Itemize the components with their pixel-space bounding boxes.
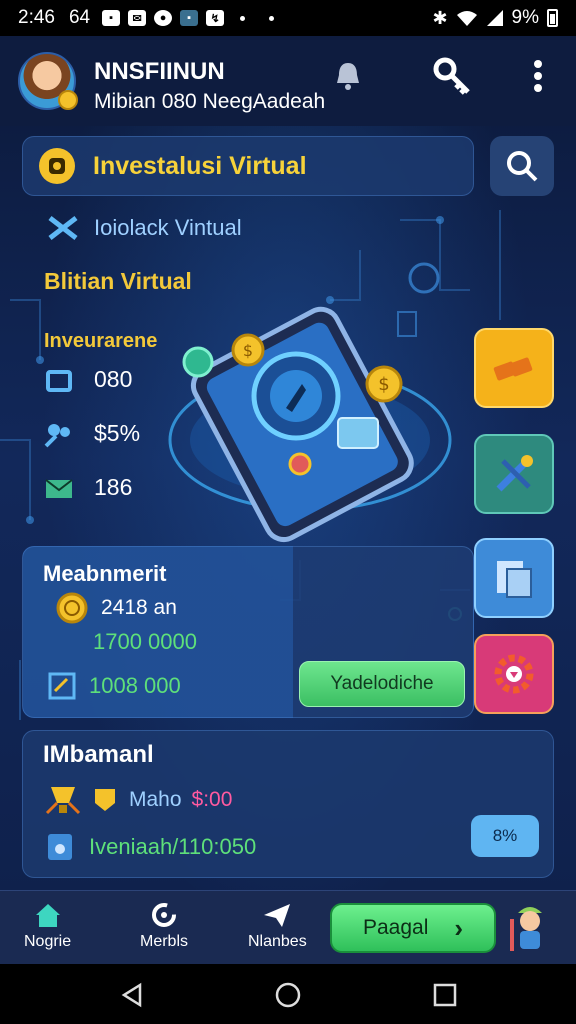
battery-icon	[547, 9, 558, 27]
cta-button[interactable]: Paagal ›	[330, 903, 496, 953]
measurement-row: 1008 000	[47, 671, 181, 701]
bluetooth-icon: ✱	[432, 7, 448, 28]
notification-icon: ▪	[102, 10, 121, 26]
send-icon	[264, 904, 291, 927]
stat-value: $5%	[94, 420, 141, 446]
notification-icon: ▪	[180, 10, 199, 26]
section-title: Blitian Virtual	[44, 268, 192, 294]
nav-item-home[interactable]: Nogrie	[24, 901, 71, 951]
status-time: 2:46	[18, 7, 55, 28]
home-nav-icon[interactable]	[275, 982, 301, 1008]
info-row1-label: Maho	[129, 788, 182, 811]
edit-doc-icon	[48, 672, 76, 700]
tile-gold[interactable]	[474, 328, 554, 408]
measurement-amount: 1700 0000	[93, 629, 197, 654]
stats-title: Inveurarene	[44, 330, 158, 352]
gold-bars-icon	[493, 357, 533, 381]
battery-percent: 9%	[511, 7, 539, 28]
measurement-line3: 1008 000	[89, 673, 181, 698]
investment-icon	[39, 148, 75, 184]
back-icon[interactable]	[120, 982, 146, 1008]
percent-badge-button[interactable]: 8%	[471, 815, 539, 857]
stat-row: 080	[44, 366, 132, 393]
coin-stack-icon	[56, 592, 88, 624]
search-icon	[507, 151, 538, 182]
tools-cross-icon	[48, 216, 78, 240]
search-button[interactable]	[490, 136, 554, 196]
dot-icon	[240, 15, 246, 21]
dot-icon	[269, 15, 275, 21]
measurement-card: Meabnmerit 2418 an 1700 0000 1008 000 Ya…	[22, 546, 474, 718]
stat-value: 186	[94, 474, 133, 500]
measurement-title: Meabnmerit	[43, 561, 167, 586]
tile-tools[interactable]	[474, 434, 554, 514]
app-header: NNSFIINUN Mibian 080 NeegAadeah	[0, 36, 576, 126]
refresh-icon	[152, 903, 176, 927]
key-icon[interactable]	[432, 56, 472, 96]
notification-icon: ↯	[206, 10, 225, 26]
info-row: Maho $:00	[45, 783, 232, 817]
chevron-right-icon: ›	[454, 912, 464, 943]
tile-document[interactable]	[474, 538, 554, 618]
signal-icon	[486, 10, 503, 26]
tile-settings[interactable]	[474, 634, 554, 714]
notification-icons: ▪ ✉ ● ▪ ↯	[102, 10, 282, 26]
tools-icon	[496, 455, 533, 492]
document-icon	[497, 561, 532, 598]
stat-value: 080	[94, 366, 133, 392]
info-row1-value: $:00	[191, 788, 233, 811]
status-bar: 2:46 64 ▪ ✉ ● ▪ ↯ ✱ 9%	[0, 0, 576, 36]
svg-text:$: $	[243, 341, 253, 360]
measurement-line1: 2418 an	[101, 596, 177, 619]
bell-icon[interactable]	[328, 56, 368, 96]
status-time-extra: 64	[68, 7, 91, 28]
badge-icon	[95, 789, 115, 811]
nav-label: Nogrie	[24, 933, 72, 950]
wifi-icon	[456, 11, 477, 26]
title-card: Investalusi Virtual	[22, 136, 474, 196]
recents-icon[interactable]	[432, 982, 458, 1008]
phone-illustration	[168, 306, 452, 543]
info-row: Iveniaah/110:050	[45, 831, 256, 863]
measurement-row: 2418 an	[55, 591, 177, 625]
info-card: IMbamanl Maho $:00 Iveniaah/110:050 8%	[22, 730, 554, 878]
virtual-subtitle-row: Ioiolack Vintual	[46, 214, 242, 242]
file-icon	[48, 834, 72, 860]
nav-item-refresh[interactable]: Merbls	[140, 901, 188, 951]
nav-item-send[interactable]: Nlanbes	[248, 901, 307, 951]
notification-icon: ●	[154, 10, 173, 26]
mail-icon	[44, 475, 74, 501]
measurement-action-button[interactable]: Yadelodiche	[299, 661, 465, 707]
virtual-subtitle: Ioiolack Vintual	[94, 215, 242, 240]
more-menu-icon[interactable]	[518, 56, 558, 96]
stat-row: 186	[44, 474, 132, 501]
notification-icon: ✉	[128, 10, 147, 26]
header-title: NNSFIINUN	[94, 58, 225, 85]
settings-icon	[494, 654, 534, 694]
cta-label: Paagal	[362, 916, 429, 939]
stat-row: $5%	[44, 420, 140, 447]
info-title: IMbamanl	[43, 741, 154, 768]
home-icon	[35, 904, 60, 927]
title-card-text: Investalusi Virtual	[93, 151, 307, 180]
system-nav-bar	[0, 964, 576, 1024]
mascot-icon	[510, 907, 542, 951]
bottom-nav: Nogrie Merbls Nlanbes Paagal ›	[0, 890, 576, 964]
trophy-icon	[45, 787, 81, 815]
users-icon	[44, 421, 74, 447]
info-row2: Iveniaah/110:050	[89, 834, 257, 859]
nav-label: Merbls	[140, 933, 189, 950]
header-subtitle: Mibian 080 NeegAadeah	[94, 90, 326, 113]
svg-text:$: $	[378, 374, 389, 395]
avatar[interactable]	[18, 52, 78, 110]
nav-label: Nlanbes	[248, 933, 307, 950]
wallet-icon	[44, 367, 74, 393]
coin-icon	[58, 90, 78, 110]
